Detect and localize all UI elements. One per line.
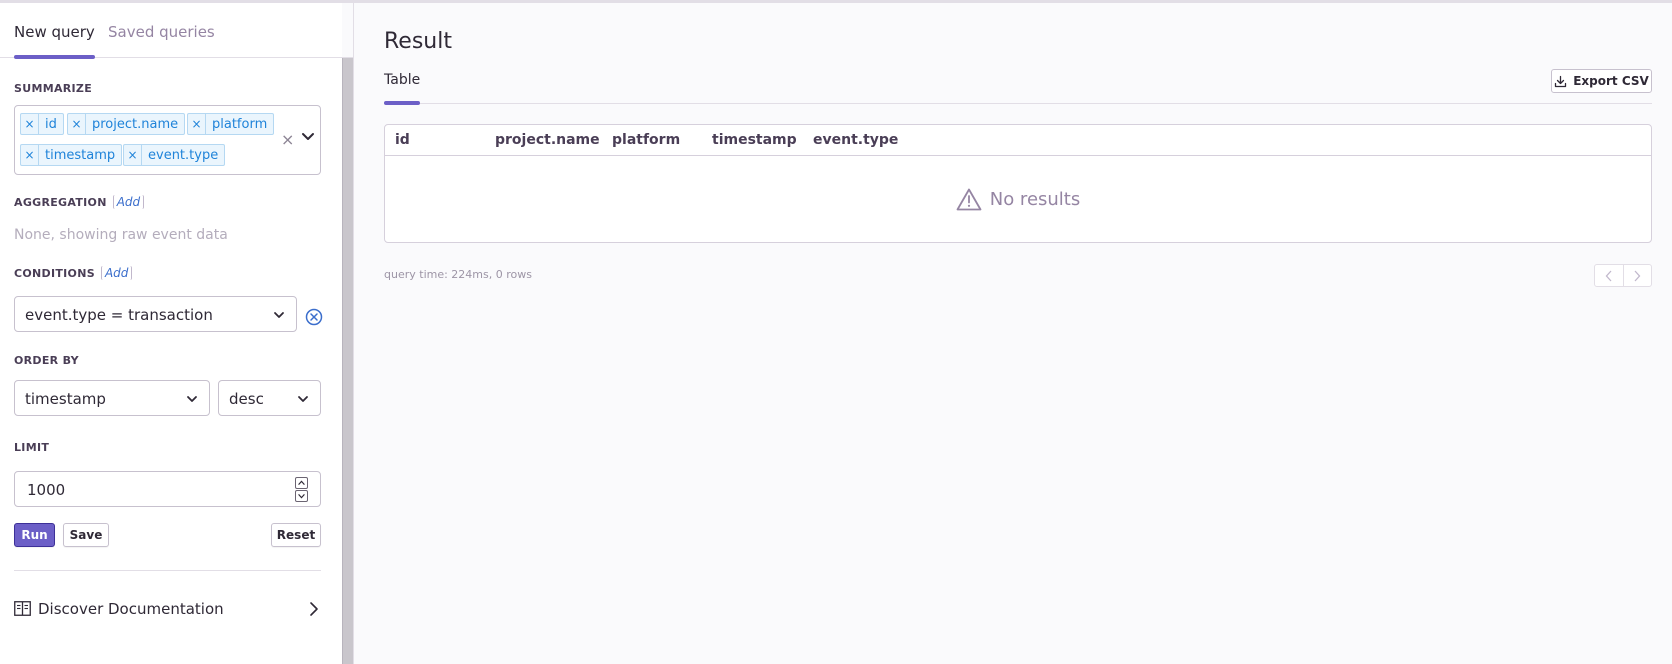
remove-condition-icon[interactable] bbox=[305, 308, 323, 326]
result-tabs: Table bbox=[384, 64, 1652, 105]
page-title: Result bbox=[384, 29, 452, 54]
order-by-label: Order by bbox=[14, 354, 79, 367]
remove-chip-icon[interactable]: × bbox=[68, 114, 86, 134]
chevron-left-icon bbox=[1605, 270, 1612, 281]
condition-select[interactable]: event.type = transaction bbox=[14, 296, 297, 332]
aggregation-label: Aggregation Add bbox=[14, 195, 145, 209]
order-by-direction-select[interactable]: desc bbox=[218, 380, 321, 416]
download-icon bbox=[1555, 75, 1567, 87]
sidebar-border bbox=[353, 3, 354, 664]
remove-chip-icon[interactable]: × bbox=[21, 145, 39, 165]
export-csv-button[interactable]: Export CSV bbox=[1551, 69, 1652, 93]
table-header: id project.name platform timestamp event… bbox=[385, 125, 1651, 156]
summarize-label: Summarize bbox=[14, 82, 93, 95]
decrement-icon[interactable] bbox=[295, 490, 308, 502]
chevron-down-icon bbox=[274, 312, 284, 318]
column-header-project-name: project.name bbox=[495, 132, 600, 148]
chip-timestamp: × timestamp bbox=[20, 144, 123, 166]
aggregation-empty-text: None, showing raw event data bbox=[14, 227, 228, 243]
remove-chip-icon[interactable]: × bbox=[188, 114, 206, 134]
limit-label: Limit bbox=[14, 441, 50, 454]
chip-platform: × platform bbox=[187, 113, 275, 135]
chevron-down-icon bbox=[187, 396, 197, 402]
column-header-id: id bbox=[395, 132, 410, 148]
close-icon[interactable]: × bbox=[281, 130, 294, 149]
chip-id: × id bbox=[20, 113, 64, 135]
save-button[interactable]: Save bbox=[63, 523, 109, 547]
tab-saved-queries[interactable]: Saved queries bbox=[108, 23, 215, 58]
add-aggregation-link[interactable]: Add bbox=[112, 195, 145, 209]
chevron-down-icon bbox=[298, 396, 308, 402]
previous-page-button[interactable] bbox=[1595, 265, 1624, 286]
column-header-event-type: event.type bbox=[813, 132, 899, 148]
chevron-down-icon[interactable] bbox=[301, 130, 315, 144]
remove-chip-icon[interactable]: × bbox=[21, 114, 39, 134]
column-header-platform: platform bbox=[612, 132, 681, 148]
result-table: id project.name platform timestamp event… bbox=[384, 124, 1652, 243]
tab-new-query[interactable]: New query bbox=[14, 23, 95, 59]
next-page-button[interactable] bbox=[1624, 265, 1652, 286]
limit-input[interactable]: 1000 bbox=[14, 471, 321, 507]
chip-event-type: × event.type bbox=[123, 144, 226, 166]
chip-project-name: × project.name bbox=[67, 113, 186, 135]
query-builder-sidebar: New query Saved queries Summarize × id ×… bbox=[0, 3, 353, 664]
sidebar-tabs: New query Saved queries bbox=[0, 3, 353, 59]
discover-documentation-link[interactable]: Discover Documentation bbox=[14, 597, 321, 621]
warning-icon bbox=[956, 188, 982, 210]
run-button[interactable]: Run bbox=[14, 523, 55, 547]
column-header-timestamp: timestamp bbox=[712, 132, 797, 148]
pagination bbox=[1594, 264, 1652, 287]
reset-button[interactable]: Reset bbox=[271, 523, 321, 547]
summarize-multiselect[interactable]: × id × project.name × platform × timesta… bbox=[14, 105, 321, 175]
remove-chip-icon[interactable]: × bbox=[124, 145, 142, 165]
order-by-field-select[interactable]: timestamp bbox=[14, 380, 210, 416]
add-condition-link[interactable]: Add bbox=[100, 266, 133, 280]
chevron-right-icon bbox=[1634, 270, 1641, 281]
query-time-text: query time: 224ms, 0 rows bbox=[384, 268, 532, 281]
empty-state: No results bbox=[385, 156, 1651, 242]
tab-table[interactable]: Table bbox=[384, 72, 421, 105]
divider bbox=[14, 570, 321, 571]
book-icon bbox=[14, 601, 31, 616]
conditions-label: Conditions Add bbox=[14, 266, 133, 280]
increment-icon[interactable] bbox=[295, 477, 308, 489]
chevron-right-icon bbox=[310, 602, 318, 616]
